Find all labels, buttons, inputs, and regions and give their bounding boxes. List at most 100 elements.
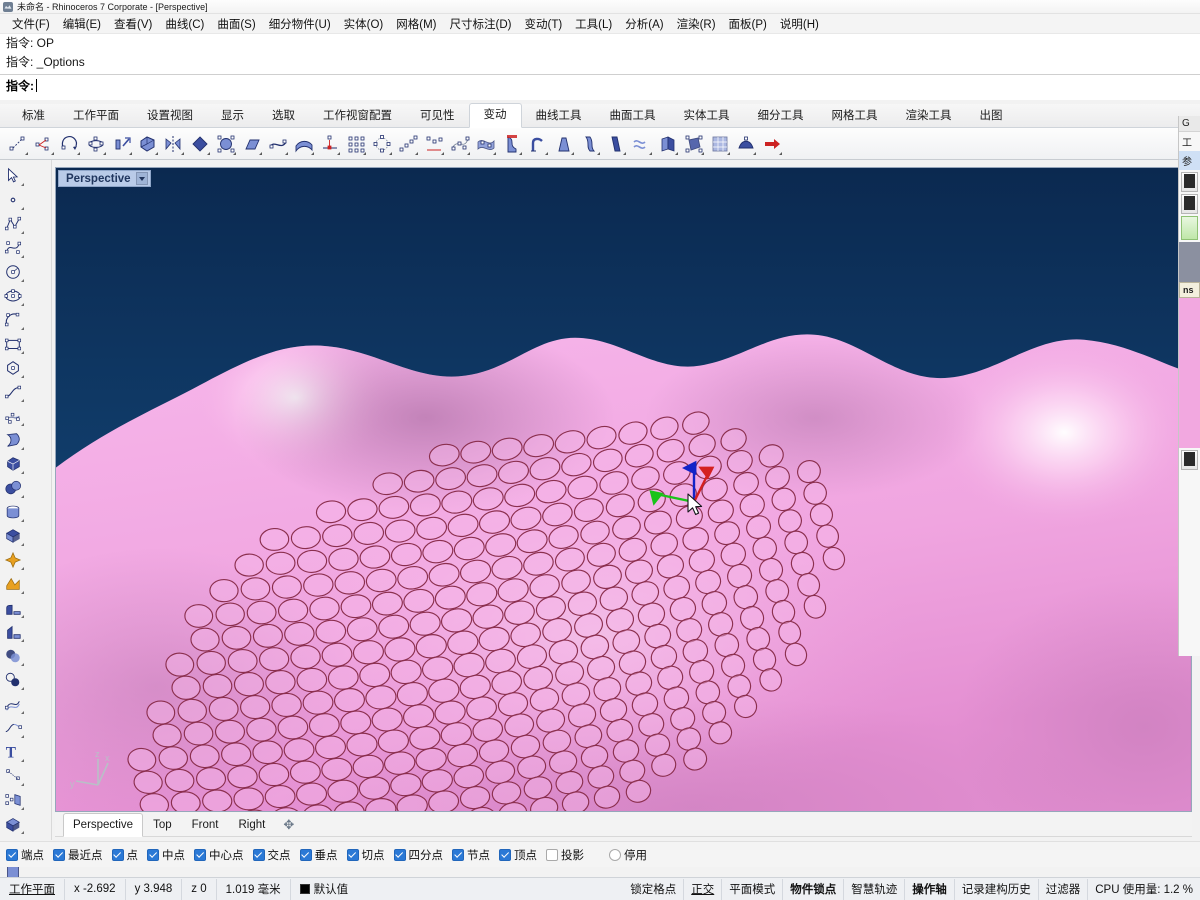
shear-icon[interactable] — [239, 131, 264, 157]
array-polar-icon[interactable] — [369, 131, 394, 157]
sphere-icon[interactable] — [0, 476, 26, 500]
osnap-end[interactable]: 端点 — [6, 847, 44, 863]
array-rect-icon[interactable] — [343, 131, 368, 157]
tab-standard[interactable]: 标准 — [8, 105, 59, 128]
tab-set-view[interactable]: 设置视图 — [133, 105, 207, 128]
dimension-icon[interactable] — [0, 764, 26, 788]
osnap-mid[interactable]: 中点 — [147, 847, 185, 863]
select-arrow-icon[interactable] — [0, 164, 26, 188]
move-icon[interactable] — [5, 131, 30, 157]
osnap-tan[interactable]: 切点 — [346, 847, 385, 863]
tab-curve-tools[interactable]: 曲线工具 — [522, 105, 596, 128]
menu-file[interactable]: 文件(F) — [6, 14, 57, 34]
panel-row-2[interactable]: 参 — [1179, 151, 1200, 170]
menu-tools[interactable]: 工具(L) — [569, 14, 619, 34]
checkbox-icon[interactable] — [194, 848, 206, 861]
arc-icon[interactable] — [0, 308, 26, 332]
circle-icon[interactable] — [0, 260, 26, 284]
tab-surface-tools[interactable]: 曲面工具 — [596, 105, 670, 128]
status-osnap[interactable]: 物件锁点 — [783, 878, 845, 900]
osnap-quad[interactable]: 四分点 — [393, 847, 443, 863]
viewport-tab-perspective[interactable]: Perspective — [63, 812, 144, 837]
tab-viewport-layout[interactable]: 工作视窗配置 — [309, 105, 406, 128]
status-history[interactable]: 记录建构历史 — [955, 878, 1039, 900]
menu-dimension[interactable]: 尺寸标注(D) — [444, 14, 519, 34]
osnap-disable[interactable]: 停用 — [609, 847, 647, 863]
tab-mesh-tools[interactable]: 网格工具 — [818, 105, 892, 128]
tab-select[interactable]: 选取 — [258, 105, 309, 128]
tab-drafting[interactable]: 出图 — [966, 105, 1017, 128]
ellipse-icon[interactable] — [0, 284, 26, 308]
panel-button-2[interactable] — [1181, 194, 1198, 214]
osnap-perp[interactable]: 垂点 — [299, 847, 338, 863]
menu-surface[interactable]: 曲面(S) — [211, 14, 262, 34]
status-layer[interactable]: 默认值 — [291, 879, 358, 900]
boolean-union-icon[interactable] — [0, 572, 26, 596]
checkbox-icon[interactable] — [393, 848, 406, 861]
bend-icon[interactable] — [525, 131, 550, 157]
tab-visibility[interactable]: 可见性 — [406, 105, 469, 128]
boolean-ops-icon[interactable] — [0, 644, 26, 668]
group-icon[interactable] — [0, 788, 26, 812]
soft-edit-icon[interactable] — [733, 131, 758, 157]
perspective-viewport[interactable]: Perspective y z x — [55, 167, 1192, 812]
menu-render[interactable]: 渲染(R) — [671, 14, 723, 34]
checkbox-icon[interactable] — [111, 848, 124, 861]
set-points-icon[interactable] — [421, 131, 446, 157]
splop-icon[interactable] — [655, 131, 680, 157]
osnap-vertex[interactable]: 顶点 — [499, 847, 537, 863]
polygon-icon[interactable] — [0, 356, 26, 380]
tab-subd-tools[interactable]: 细分工具 — [744, 105, 818, 128]
panel-tab-label[interactable]: ns — [1179, 282, 1200, 298]
menu-solid[interactable]: 实体(O) — [338, 14, 391, 34]
menu-analyze[interactable]: 分析(A) — [619, 14, 670, 34]
checkbox-icon[interactable] — [346, 848, 359, 861]
orient-icon[interactable] — [187, 131, 212, 157]
checkbox-icon[interactable] — [252, 848, 265, 861]
chamfer-icon[interactable] — [0, 620, 26, 644]
scale-3d-icon[interactable] — [135, 131, 160, 157]
tab-transform[interactable]: 变动 — [468, 103, 522, 128]
checkbox-icon[interactable] — [6, 848, 18, 861]
rotate-3d-icon[interactable] — [83, 131, 108, 157]
project-to-cplane-icon[interactable] — [317, 131, 342, 157]
mirror-icon[interactable] — [161, 131, 186, 157]
panel-button-3[interactable] — [1181, 450, 1198, 470]
checkbox-icon[interactable] — [147, 848, 159, 861]
box-edit-icon[interactable] — [707, 131, 732, 157]
control-point-curve-icon[interactable] — [0, 236, 26, 260]
menu-edit[interactable]: 编辑(E) — [57, 14, 108, 34]
panel-button-1[interactable] — [1181, 172, 1198, 192]
extrude-icon[interactable] — [0, 812, 26, 836]
subd-box-icon[interactable] — [0, 524, 26, 548]
smooth-icon[interactable] — [265, 131, 290, 157]
status-cplane-label[interactable]: 工作平面 — [0, 878, 65, 900]
right-docked-panel[interactable]: G 工 参 ns — [1178, 116, 1200, 656]
tab-display[interactable]: 显示 — [207, 105, 258, 128]
flow-icon[interactable] — [577, 131, 602, 157]
polyline-icon[interactable] — [0, 212, 26, 236]
rotate-icon[interactable] — [57, 131, 82, 157]
status-ortho[interactable]: 正交 — [684, 878, 723, 900]
checkbox-icon[interactable] — [546, 848, 558, 861]
box-icon[interactable] — [0, 452, 26, 476]
status-grid-snap[interactable]: 锁定格点 — [623, 878, 685, 900]
viewport-tab-top[interactable]: Top — [143, 813, 182, 837]
checkbox-icon[interactable] — [452, 848, 464, 861]
scale-1d-icon[interactable] — [109, 131, 134, 157]
flow-along-curve-icon[interactable] — [603, 131, 628, 157]
status-filter[interactable]: 过滤器 — [1039, 878, 1089, 900]
osnap-near[interactable]: 最近点 — [53, 847, 103, 863]
status-gumball[interactable]: 操作轴 — [905, 878, 955, 900]
menu-help[interactable]: 说明(H) — [774, 14, 826, 34]
orient-on-surface-icon[interactable] — [213, 131, 238, 157]
maelstrom-icon[interactable] — [629, 131, 654, 157]
boolean-difference-icon[interactable] — [0, 668, 26, 692]
cylinder-icon[interactable] — [0, 500, 26, 524]
status-planar[interactable]: 平面模式 — [722, 878, 784, 900]
surface-loft-icon[interactable] — [0, 428, 26, 452]
viewport-tab-front[interactable]: Front — [182, 813, 229, 837]
osnap-project[interactable]: 投影 — [546, 847, 584, 863]
cage-edit-icon[interactable] — [681, 131, 706, 157]
panel-green-swatch[interactable] — [1181, 216, 1198, 240]
